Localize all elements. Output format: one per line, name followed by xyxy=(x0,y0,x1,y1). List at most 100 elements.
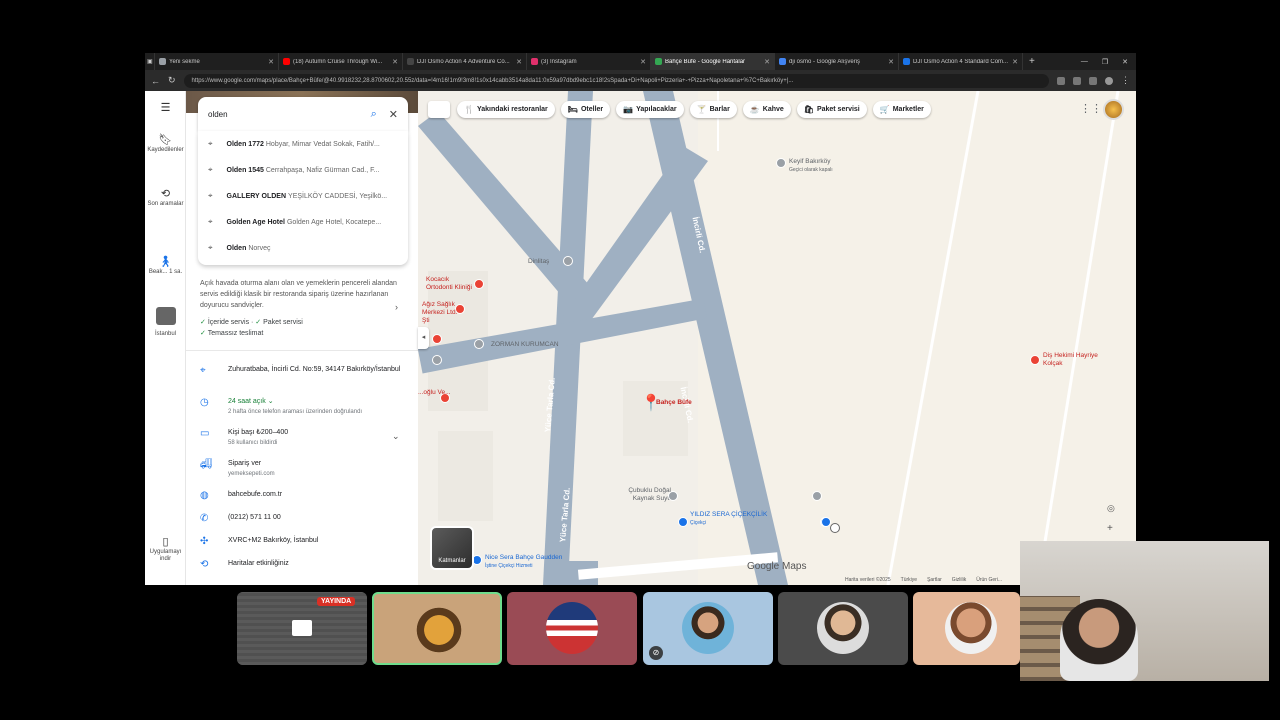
category-chip[interactable]: 🍸 Barlar xyxy=(689,101,737,118)
suggestion-item[interactable]: ⌖ GALLERY OLDEN YEŞİLKÖY CADDESİ, Yeşilkö.… xyxy=(198,183,408,209)
layer-toggle[interactable] xyxy=(428,101,450,118)
poi-marker[interactable] xyxy=(1030,355,1040,365)
delivery-truck-icon: 🚚︎ xyxy=(200,459,213,470)
close-window-icon[interactable]: ✕ xyxy=(1122,58,1128,66)
category-chip[interactable]: 📷 Yapılacaklar xyxy=(616,101,684,118)
rail-saved[interactable]: 🔖︎ Kaydedilenler xyxy=(145,135,186,154)
tab-title: Yeni sekme xyxy=(169,58,200,65)
reload-icon[interactable]: ↻ xyxy=(168,75,176,86)
category-chip[interactable]: 🍴 Yakındaki restoranlar xyxy=(457,101,555,118)
browser-tab[interactable]: (3) Instagram ✕ xyxy=(527,53,651,70)
participant-tile-presenting[interactable]: YAYINDA xyxy=(237,592,367,665)
tab-menu-icon[interactable]: ▣ xyxy=(145,53,155,70)
rail-get-app[interactable]: ▯ Uygulamayı indir xyxy=(145,537,186,563)
poi-marker[interactable] xyxy=(668,491,678,501)
self-video xyxy=(1060,599,1138,681)
avatar[interactable] xyxy=(1103,99,1124,120)
poi-agiz[interactable]: Ağız Sağlık Merkezi Ltd. Şti xyxy=(422,301,462,325)
minimize-icon[interactable]: — xyxy=(1081,58,1088,66)
info-pluscode[interactable]: ✣ XVRC+M2 Bakırköy, İstanbul xyxy=(200,536,410,547)
poi-marker[interactable] xyxy=(776,158,786,168)
close-tab-icon[interactable]: ✕ xyxy=(764,58,770,66)
browser-tab[interactable]: Bahçe Büfe - Google Haritalar ✕ xyxy=(651,53,775,70)
chevron-right-icon[interactable]: › xyxy=(395,302,398,312)
close-tab-icon[interactable]: ✕ xyxy=(516,58,522,66)
suggestion-item[interactable]: ⌖ Olden 1545 Cerrahpaşa, Nafiz Gürman Cad.… xyxy=(198,157,408,183)
close-tab-icon[interactable]: ✕ xyxy=(392,58,398,66)
poi-cubuklu[interactable]: Çubuklu Doğal Kaynak Suyu xyxy=(611,487,671,503)
extension-icon[interactable] xyxy=(1057,76,1065,85)
new-tab-button[interactable]: + xyxy=(1023,56,1041,67)
map-canvas[interactable]: İncirli Cd. İncirli Cd. Yüce Tarla Cd. Y… xyxy=(418,91,1136,585)
participant-tile[interactable] xyxy=(778,592,908,665)
search-icon[interactable]: ⌕ xyxy=(371,108,377,121)
poi-marker[interactable] xyxy=(432,334,442,344)
category-chip[interactable]: 🛒 Marketler xyxy=(872,101,931,118)
extension-icon[interactable] xyxy=(1073,76,1081,85)
suggestion-item[interactable]: ⌖ Golden Age Hotel Golden Age Hotel, Kocat… xyxy=(198,209,408,235)
participant-tile[interactable] xyxy=(372,592,502,665)
info-hours[interactable]: ◷ 24 saat açık ⌄ 2 hafta önce telefon aram… xyxy=(200,397,410,417)
close-tab-icon[interactable]: ✕ xyxy=(1012,58,1018,66)
category-chip[interactable]: ☕ Kahve xyxy=(742,101,791,118)
layers-button[interactable]: Katmanlar xyxy=(430,526,474,570)
close-tab-icon[interactable]: ✕ xyxy=(640,58,646,66)
extension-icon[interactable] xyxy=(1089,76,1097,85)
suggestion-item[interactable]: ⌖ Olden Norveç xyxy=(198,235,408,261)
info-address[interactable]: ⌖ Zuhuratbaba, İncirli Cd. No:59, 34147 B… xyxy=(200,365,410,376)
poi-yildiz[interactable]: YILDIZ SERA ÇİÇEKÇİLİK Çiçekçi xyxy=(690,511,767,527)
browser-tab[interactable]: DJI Osmo Action 4 Adventure Co... ✕ xyxy=(403,53,527,70)
back-icon[interactable]: ← xyxy=(151,76,160,86)
poi-dis-hekimi[interactable]: Diş Hekimi Hayriye Kolçak xyxy=(1043,352,1103,368)
poi-bahce-bufe[interactable]: Bahçe Büfe xyxy=(656,399,692,407)
poi-kocacik[interactable]: Kocacık Ortodonti Kliniği xyxy=(426,276,476,292)
clock-icon: ◷ xyxy=(200,397,209,408)
poi-marker[interactable] xyxy=(432,355,442,365)
url-field[interactable]: https://www.google.com/maps/place/Bahçe+… xyxy=(183,73,1049,88)
collapse-panel-button[interactable]: ◂ xyxy=(418,327,429,349)
chip-icon: 📷 xyxy=(623,105,634,114)
category-chip[interactable]: 🛏 Oteller xyxy=(560,101,611,118)
chevron-down-icon[interactable]: ⌄ xyxy=(392,431,400,442)
browser-tab[interactable]: DJI Osmo Action 4 Standard Com... ✕ xyxy=(899,53,1023,70)
poi-nice[interactable]: Nice Sera Bahçe Gaudden İştine Çiçekçi Hi… xyxy=(485,554,562,570)
close-tab-icon[interactable]: ✕ xyxy=(888,58,894,66)
search-input[interactable] xyxy=(208,109,363,119)
rail-recent-place[interactable]: 🚶︎ Beak... 1 sa. xyxy=(145,257,186,276)
browser-tab[interactable]: dji osmo - Google Alışveriş ✕ xyxy=(775,53,899,70)
restore-icon[interactable]: ❐ xyxy=(1102,58,1108,66)
poi-doglu[interactable]: ...oğlu Ve... xyxy=(418,389,451,397)
info-price[interactable]: ▭ Kişi başı ₺200–400 58 kullanıcı bildirdi xyxy=(200,428,410,448)
close-icon[interactable]: ✕ xyxy=(389,108,398,121)
suggestion-item[interactable]: ⌖ Olden 1772 Hobyar, Mimar Vedat Sokak, Fa… xyxy=(198,131,408,157)
tab-title: (18) Autumn Cruise Through Wi... xyxy=(293,58,383,65)
browser-tab[interactable]: Yeni sekme ✕ xyxy=(155,53,279,70)
rail-recent-place[interactable]: İstanbul xyxy=(145,307,186,338)
place-description: Açık havada oturma alanı olan ve yemekle… xyxy=(200,280,397,309)
poi-dinlitas[interactable]: Dinlitaş xyxy=(528,258,549,266)
poi-keyif[interactable]: Keyif Bakırköy Geçici olarak kapalı xyxy=(789,158,833,174)
my-location-icon[interactable]: ◎ xyxy=(1107,503,1115,514)
poi-marker[interactable] xyxy=(678,517,688,527)
zoom-in-button[interactable]: + xyxy=(1107,523,1113,534)
poi-marker[interactable] xyxy=(474,339,484,349)
participant-tile[interactable] xyxy=(913,592,1020,665)
participant-tile[interactable]: ⊘ xyxy=(643,592,773,665)
profile-icon[interactable] xyxy=(1105,76,1113,85)
poi-marker[interactable] xyxy=(563,256,573,266)
rail-recent[interactable]: ⟲ Son aramalar xyxy=(145,188,186,208)
poi-marker[interactable] xyxy=(812,491,822,501)
close-tab-icon[interactable]: ✕ xyxy=(268,58,274,66)
transit-icon[interactable] xyxy=(830,523,840,533)
info-order[interactable]: 🚚︎ Sipariş ver yemeksepeti.com xyxy=(200,459,410,479)
menu-dots-icon[interactable]: ⋮ xyxy=(1121,75,1130,86)
participant-tile[interactable] xyxy=(507,592,637,665)
menu-icon[interactable]: ☰ xyxy=(145,103,186,115)
poi-zorman[interactable]: ZORMAN KURUMCAN xyxy=(491,341,559,349)
info-phone[interactable]: ✆ (0212) 571 11 00 xyxy=(200,513,410,524)
history-icon: ⟲ xyxy=(160,188,171,200)
category-chip[interactable]: 🛍 Paket servisi xyxy=(796,101,867,118)
browser-tab[interactable]: (18) Autumn Cruise Through Wi... ✕ xyxy=(279,53,403,70)
info-activity[interactable]: ⟲ Haritalar etkinliğiniz xyxy=(200,559,410,570)
info-website[interactable]: ◍ bahcebufe.com.tr xyxy=(200,490,410,501)
